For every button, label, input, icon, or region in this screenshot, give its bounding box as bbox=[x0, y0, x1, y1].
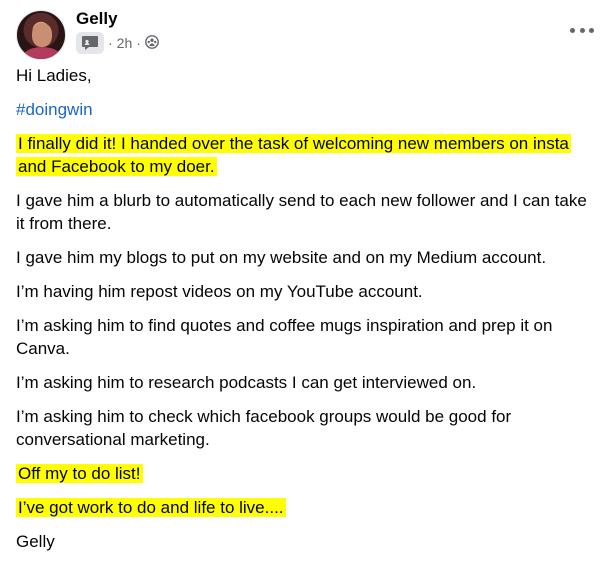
post-body: Hi Ladies, #doingwin I finally did it! I… bbox=[16, 64, 596, 564]
avatar-face bbox=[32, 23, 52, 47]
post-header: Gelly · 2h · bbox=[16, 6, 594, 60]
meta-separator: · bbox=[136, 35, 141, 51]
author-avatar[interactable] bbox=[16, 10, 66, 60]
more-dot bbox=[589, 27, 594, 33]
highlighted-text: I’ve got work to do and life to live.... bbox=[16, 498, 286, 517]
avatar-shirt bbox=[23, 47, 61, 59]
post-greeting: Hi Ladies, bbox=[16, 66, 92, 85]
post-paragraph: I’m asking him to check which facebook g… bbox=[16, 407, 512, 449]
post-paragraph: I gave him a blurb to automatically send… bbox=[16, 191, 587, 233]
meta-separator: · bbox=[108, 35, 113, 51]
post-paragraph: I’m having him repost videos on my YouTu… bbox=[16, 282, 423, 301]
highlighted-text: Off my to do list! bbox=[16, 464, 143, 483]
post-signature: Gelly bbox=[16, 532, 55, 551]
chat-badge-icon[interactable] bbox=[76, 32, 104, 54]
post-paragraph: I’m asking him to find quotes and coffee… bbox=[16, 316, 553, 358]
hashtag-link[interactable]: #doingwin bbox=[16, 100, 93, 119]
author-name[interactable]: Gelly bbox=[76, 9, 118, 29]
post-paragraph: I gave him my blogs to put on my website… bbox=[16, 248, 547, 267]
post-paragraph: I’m asking him to research podcasts I ca… bbox=[16, 373, 477, 392]
more-horizontal-icon[interactable] bbox=[570, 22, 594, 38]
highlighted-text: I finally did it! I handed over the task… bbox=[16, 134, 571, 176]
more-dot bbox=[579, 27, 585, 33]
post-meta: · 2h · bbox=[76, 32, 159, 54]
group-audience-icon bbox=[145, 34, 159, 52]
more-dot bbox=[570, 27, 575, 33]
post-time[interactable]: 2h bbox=[117, 35, 133, 51]
